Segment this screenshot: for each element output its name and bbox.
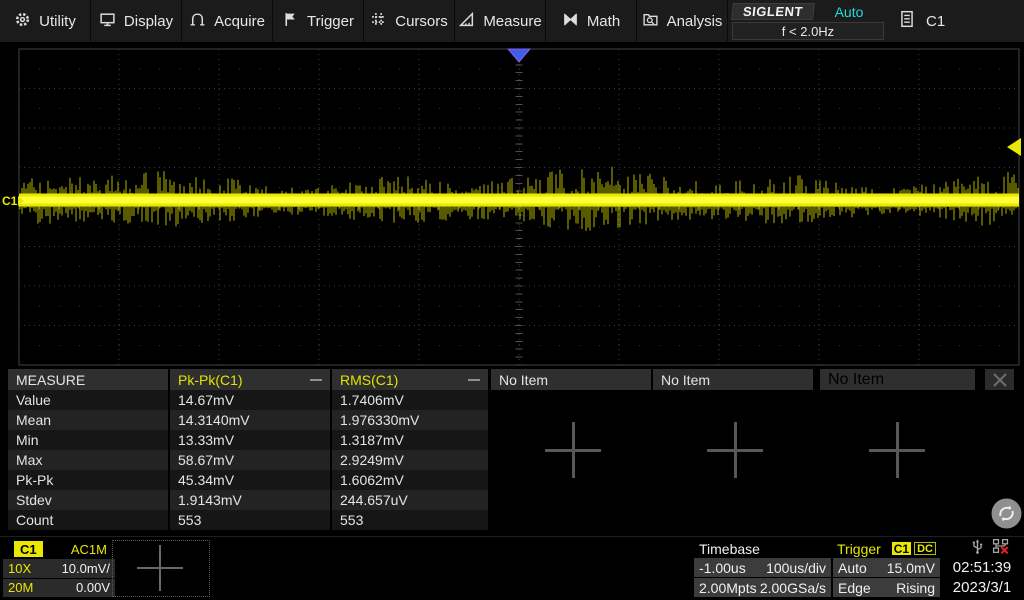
clock-time: 02:51:39 [953, 558, 1011, 577]
trigger-title: Trigger [837, 541, 881, 557]
channel-1-badge[interactable]: C1 [14, 541, 43, 557]
display-icon [99, 11, 116, 32]
menu-acquire[interactable]: Acquire [182, 0, 273, 42]
menu-analysis-label: Analysis [667, 13, 723, 30]
trigger-source-badge: C1 [892, 542, 911, 555]
trigger-level-marker[interactable] [1007, 138, 1021, 156]
measure-col-pkpk[interactable]: Pk-Pk(C1) [170, 369, 330, 390]
lan-disconnected-icon [992, 538, 1010, 560]
volts-per-div: 10.0mV/ [62, 561, 110, 576]
add-measurement-button-2[interactable] [707, 422, 763, 478]
menu-measure[interactable]: Measure [455, 0, 546, 42]
menu-display[interactable]: Display [91, 0, 182, 42]
menu-math[interactable]: Math [546, 0, 637, 42]
menu-utility-label: Utility [39, 13, 76, 30]
trigger-mode: Auto [838, 560, 867, 576]
menu-utility[interactable]: Utility [0, 0, 91, 42]
gear-icon [14, 11, 31, 32]
acquisition-mode-indicator: Auto [816, 3, 882, 20]
menu-cursors-label: Cursors [395, 13, 448, 30]
trigger-type: Edge [838, 580, 871, 596]
memory-depth: 2.00Mpts [699, 580, 757, 596]
trigger-slope: Rising [896, 580, 935, 596]
menu-acquire-label: Acquire [214, 13, 265, 30]
plus-icon [137, 545, 183, 591]
channel-1-panel[interactable]: C1 AC1M 10X 10.0mV/ 20M 0.00V [3, 540, 115, 597]
trigger-delay: -1.00us [699, 560, 746, 576]
channel-coupling: AC1M [71, 542, 115, 557]
close-icon [991, 372, 1009, 388]
measure-col-rms[interactable]: RMS(C1) [332, 369, 488, 390]
menu-math-label: Math [587, 13, 620, 30]
remove-measurement-icon[interactable] [310, 379, 322, 381]
channel-offset-arrow-icon [18, 196, 24, 206]
probe-attenuation: 10X [8, 561, 31, 576]
top-menu-bar: Utility Display Acquire Trigger Cursors … [0, 0, 1024, 42]
channel-setup-button[interactable]: C1 [900, 0, 945, 42]
bottom-bar-divider [0, 536, 1024, 537]
trigger-coupling-badge: DC [914, 542, 936, 555]
add-measurement-button-3[interactable] [869, 422, 925, 478]
channel-offset-value: 0.00V [76, 580, 110, 595]
waveform-display-area[interactable]: C1 [0, 42, 1024, 368]
bandwidth-limit: 20M [8, 580, 33, 595]
trigger-panel[interactable]: Trigger C1 DC Auto 15.0mV Edge Rising [833, 540, 940, 597]
acquire-icon [189, 11, 206, 32]
measure-col-empty-1[interactable]: No Item [491, 369, 651, 390]
brand-status-block: SIGLENT Auto f < 2.0Hz [728, 0, 884, 42]
menu-measure-label: Measure [483, 13, 541, 30]
trigger-position-marker[interactable] [508, 49, 530, 62]
siglent-logo: SIGLENT [731, 3, 815, 20]
math-bowtie-icon [562, 11, 579, 32]
table-row: Value 14.67mV 1.7406mV [8, 390, 1022, 410]
flag-icon [282, 11, 299, 32]
channel-offset-label: C1 [2, 194, 17, 208]
ruler-triangle-icon [458, 11, 475, 32]
menu-cursors[interactable]: Cursors [364, 0, 455, 42]
status-clock-panel: 02:51:39 2023/3/1 [942, 540, 1022, 597]
reset-statistics-button[interactable] [990, 497, 1023, 535]
clock-date: 2023/3/1 [953, 578, 1011, 597]
add-measurement-button-1[interactable] [545, 422, 601, 478]
table-row: Count 553 553 [8, 510, 1022, 530]
refresh-icon [990, 497, 1023, 530]
close-measure-button[interactable] [985, 369, 1014, 390]
scope-markers [0, 42, 1024, 368]
measure-title: MEASURE [8, 369, 168, 390]
channel-offset-marker[interactable]: C1 [2, 194, 24, 208]
add-channel-button[interactable] [112, 540, 210, 597]
trigger-frequency-readout: f < 2.0Hz [732, 22, 884, 40]
timebase-panel[interactable]: Timebase -1.00us 100us/div 2.00Mpts 2.00… [694, 540, 831, 597]
clipboard-icon [900, 10, 914, 32]
sample-rate: 2.00GSa/s [760, 580, 826, 596]
menu-display-label: Display [124, 13, 173, 30]
measure-col-empty-3[interactable]: No Item [820, 369, 975, 390]
menu-trigger[interactable]: Trigger [273, 0, 364, 42]
table-row: Stdev 1.9143mV 244.657uV [8, 490, 1022, 510]
cursors-grid-icon [370, 11, 387, 32]
remove-measurement-icon[interactable] [468, 379, 480, 381]
usb-icon [969, 538, 986, 560]
channel-setup-label: C1 [926, 13, 945, 30]
menu-analysis[interactable]: Analysis [637, 0, 728, 42]
timebase-title: Timebase [694, 540, 831, 557]
analysis-folder-icon [642, 11, 659, 32]
time-per-div: 100us/div [766, 560, 826, 576]
menu-trigger-label: Trigger [307, 13, 354, 30]
measure-col-empty-2[interactable]: No Item [653, 369, 813, 390]
trigger-level-value: 15.0mV [887, 560, 935, 576]
